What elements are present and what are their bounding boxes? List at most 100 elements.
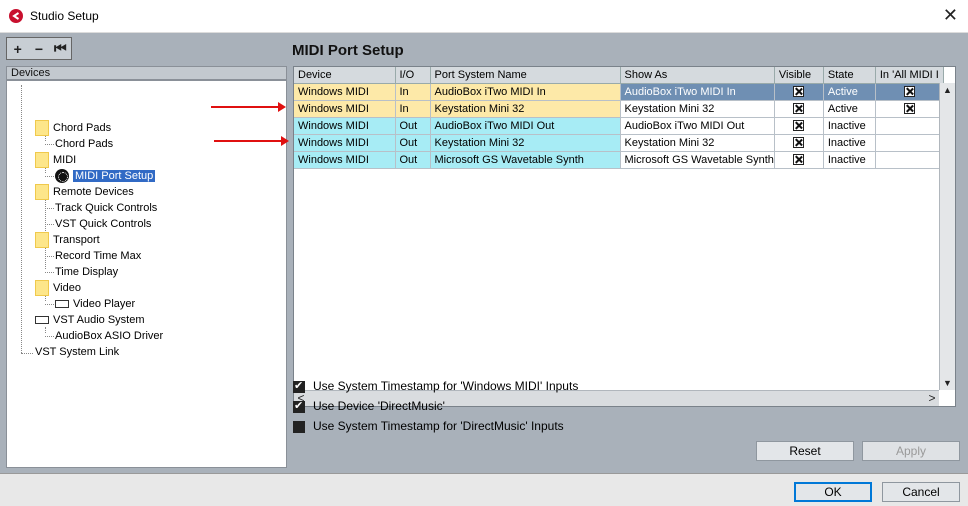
cell-visible[interactable]	[774, 83, 824, 101]
table-header-row: Device I/O Port System Name Show As Visi…	[294, 67, 944, 84]
option-use-directmusic[interactable]: Use Device 'DirectMusic'	[293, 398, 445, 414]
checkbox-checked[interactable]	[293, 398, 305, 414]
cell-visible[interactable]	[774, 134, 824, 152]
dialog-footer: OK Cancel	[0, 473, 968, 506]
scroll-down-icon[interactable]: ▼	[940, 376, 955, 390]
tree-item-time-display[interactable]: Time Display	[55, 264, 118, 280]
table-row[interactable]: Windows MIDI Out Microsoft GS Wavetable Sy…	[294, 151, 944, 169]
cell-io: In	[395, 100, 431, 118]
checkbox-checked-icon[interactable]	[793, 86, 805, 98]
cell-io: Out	[395, 151, 431, 169]
column-header-visible[interactable]: Visible	[774, 67, 824, 84]
cell-show-as[interactable]: AudioBox iTwo MIDI Out	[620, 117, 775, 135]
tree-item-vst-quick-controls[interactable]: VST Quick Controls	[55, 216, 151, 232]
checkbox-checked-icon[interactable]	[793, 120, 805, 132]
scroll-up-icon[interactable]: ▲	[940, 83, 955, 97]
close-icon[interactable]: ✕	[943, 5, 958, 25]
cell-device: Windows MIDI	[294, 117, 396, 135]
folder-icon	[35, 280, 49, 296]
checkbox-checked-icon[interactable]	[793, 137, 805, 149]
cell-io: Out	[395, 134, 431, 152]
page-title: MIDI Port Setup	[292, 42, 404, 59]
cell-show-as[interactable]: Keystation Mini 32	[620, 134, 775, 152]
cancel-button[interactable]: Cancel	[882, 482, 960, 502]
remove-device-button[interactable]: −	[28, 38, 49, 59]
checkbox-checked-icon[interactable]	[903, 86, 915, 98]
table-row[interactable]: Windows MIDI In Keystation Mini 32 Keystati…	[294, 100, 944, 118]
column-header-port-system-name[interactable]: Port System Name	[430, 67, 621, 84]
cell-show-as[interactable]: Keystation Mini 32	[620, 100, 775, 118]
tree-folder-video[interactable]: Video	[35, 280, 81, 296]
column-header-show-as[interactable]: Show As	[620, 67, 775, 84]
cell-port-system-name: Microsoft GS Wavetable Synth	[430, 151, 621, 169]
tree-item-video-player[interactable]: Video Player	[55, 296, 135, 312]
annotation-arrow	[214, 136, 289, 146]
device-tree[interactable]: Chord Pads Chord Pads MIDI MIDI Port Set…	[6, 80, 287, 468]
tree-folder-chord-pads[interactable]: Chord Pads	[35, 120, 111, 136]
add-device-button[interactable]: +	[7, 38, 28, 59]
tree-item-midi-port-setup[interactable]: MIDI Port Setup	[55, 168, 156, 184]
ok-button[interactable]: OK	[794, 482, 872, 502]
cell-port-system-name: Keystation Mini 32	[430, 100, 621, 118]
folder-icon	[35, 184, 49, 200]
option-windows-midi-timestamp[interactable]: Use System Timestamp for 'Windows MIDI' …	[293, 378, 578, 394]
tree-folder-transport[interactable]: Transport	[35, 232, 100, 248]
cell-io: Out	[395, 117, 431, 135]
table-row[interactable]: Windows MIDI In AudioBox iTwo MIDI In Audio…	[294, 83, 944, 101]
cell-show-as[interactable]: Microsoft GS Wavetable Synth	[620, 151, 775, 169]
cell-state: Active	[823, 100, 876, 118]
tree-item-track-quick-controls[interactable]: Track Quick Controls	[55, 200, 157, 216]
cell-device: Windows MIDI	[294, 134, 396, 152]
tree-folder-remote-devices[interactable]: Remote Devices	[35, 184, 134, 200]
cell-visible[interactable]	[774, 151, 824, 169]
cell-io: In	[395, 83, 431, 101]
midi-connector-icon	[55, 169, 69, 184]
cell-device: Windows MIDI	[294, 151, 396, 169]
reset-button[interactable]: Reset	[756, 441, 854, 461]
cell-port-system-name: AudioBox iTwo MIDI Out	[430, 117, 621, 135]
tree-folder-vst-audio-system[interactable]: VST Audio System	[35, 312, 145, 328]
tree-item-record-time-max[interactable]: Record Time Max	[55, 248, 141, 264]
table-row[interactable]: Windows MIDI Out AudioBox iTwo MIDI Out Aud…	[294, 117, 944, 135]
title-bar: Studio Setup ✕	[0, 0, 968, 33]
audio-system-icon	[35, 316, 49, 325]
cell-in-all-midi[interactable]	[875, 151, 944, 169]
folder-icon	[35, 120, 49, 136]
tree-item-audiobox-asio[interactable]: AudioBox ASIO Driver	[55, 328, 163, 344]
apply-button[interactable]: Apply	[862, 441, 960, 461]
vertical-scrollbar[interactable]: ▲ ▼	[939, 83, 955, 390]
tree-item-chord-pads[interactable]: Chord Pads	[55, 136, 113, 152]
cell-in-all-midi[interactable]	[875, 100, 944, 118]
cell-visible[interactable]	[774, 100, 824, 118]
column-header-in-all-midi[interactable]: In 'All MIDI I	[875, 67, 944, 84]
cell-in-all-midi[interactable]	[875, 117, 944, 135]
cell-in-all-midi[interactable]	[875, 134, 944, 152]
cell-device: Windows MIDI	[294, 100, 396, 118]
column-header-device[interactable]: Device	[294, 67, 396, 84]
cell-port-system-name: Keystation Mini 32	[430, 134, 621, 152]
window-title: Studio Setup	[30, 9, 99, 23]
column-header-state[interactable]: State	[823, 67, 876, 84]
checkbox-checked-icon[interactable]	[793, 154, 805, 166]
cell-state: Active	[823, 83, 876, 101]
checkbox-unchecked[interactable]	[293, 420, 305, 433]
video-player-icon	[55, 300, 69, 309]
cell-in-all-midi[interactable]	[875, 83, 944, 101]
scroll-right-icon[interactable]: >	[925, 391, 939, 406]
checkbox-checked[interactable]	[293, 378, 305, 394]
cell-show-as[interactable]: AudioBox iTwo MIDI In	[620, 83, 775, 101]
checkbox-checked-icon[interactable]	[903, 103, 915, 115]
tree-item-vst-system-link[interactable]: VST System Link	[35, 344, 119, 360]
cell-state: Inactive	[823, 134, 876, 152]
checkbox-checked-icon[interactable]	[793, 103, 805, 115]
reset-device-button[interactable]: ⏮	[50, 38, 71, 59]
folder-icon	[35, 152, 49, 168]
annotation-arrow	[211, 102, 286, 112]
tree-folder-midi[interactable]: MIDI	[35, 152, 76, 168]
option-directmusic-timestamp[interactable]: Use System Timestamp for 'DirectMusic' I…	[293, 418, 564, 434]
table-row[interactable]: Windows MIDI Out Keystation Mini 32 Keystat…	[294, 134, 944, 152]
column-header-io[interactable]: I/O	[395, 67, 431, 84]
cell-visible[interactable]	[774, 117, 824, 135]
device-toolbar: + − ⏮	[6, 37, 72, 60]
cubase-logo-icon	[9, 9, 23, 23]
